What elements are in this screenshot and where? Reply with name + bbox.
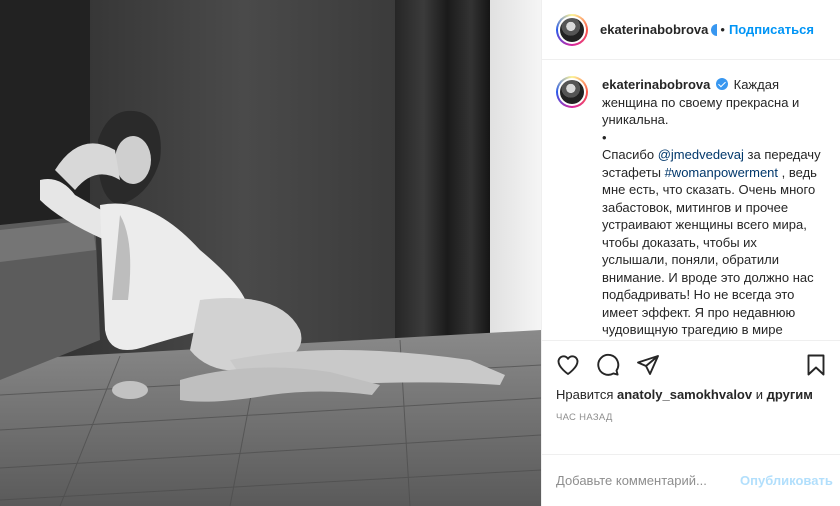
likes-middle: и — [752, 387, 767, 402]
caption-text: ekaterinabobrova Каждая женщина по своем… — [602, 76, 826, 340]
post-sidebar: ekaterinabobrova • Подписаться ekaterina… — [541, 0, 840, 506]
share-icon[interactable] — [636, 353, 660, 377]
header-separator: • — [720, 22, 725, 37]
action-bar: Нравится anatoly_samokhvalov и другим ча… — [542, 340, 840, 454]
comments-section[interactable]: ekaterinabobrova Каждая женщина по своем… — [542, 60, 840, 340]
likes-prefix: Нравится — [556, 387, 617, 402]
post-photo[interactable] — [0, 0, 541, 506]
liker-username[interactable]: anatoly_samokhvalov — [617, 387, 752, 402]
comment-input[interactable] — [556, 473, 732, 488]
caption-bullet: • — [602, 129, 607, 145]
author-avatar[interactable] — [556, 13, 588, 46]
follow-button[interactable]: Подписаться — [729, 22, 814, 37]
add-comment-bar: Опубликовать — [542, 454, 840, 506]
likes-others-link[interactable]: другим — [767, 387, 813, 402]
post-header: ekaterinabobrova • Подписаться — [542, 0, 840, 60]
instagram-post: ekaterinabobrova • Подписаться ekaterina… — [0, 0, 840, 506]
caption-thanks: Спасибо — [602, 147, 658, 162]
heart-icon[interactable] — [556, 353, 580, 377]
publish-button[interactable]: Опубликовать — [740, 473, 833, 488]
bookmark-icon[interactable] — [804, 353, 828, 377]
caption: ekaterinabobrova Каждая женщина по своем… — [556, 76, 826, 340]
comment-icon[interactable] — [596, 353, 620, 377]
photo-illustration — [0, 0, 541, 506]
post-timestamp[interactable]: час назад — [556, 412, 828, 423]
verified-icon — [711, 23, 718, 36]
caption-username[interactable]: ekaterinabobrova — [602, 77, 710, 92]
hashtag-link[interactable]: #womanpowerment — [665, 165, 778, 180]
mention-link[interactable]: @jmedvedevaj — [658, 147, 744, 162]
verified-icon — [716, 78, 728, 90]
caption-avatar[interactable] — [556, 76, 588, 108]
likes-line: Нравится anatoly_samokhvalov и другим — [556, 387, 828, 402]
caption-body: , ведь мне есть, что сказать. Очень мног… — [602, 164, 817, 341]
author-username[interactable]: ekaterinabobrova — [600, 22, 708, 37]
